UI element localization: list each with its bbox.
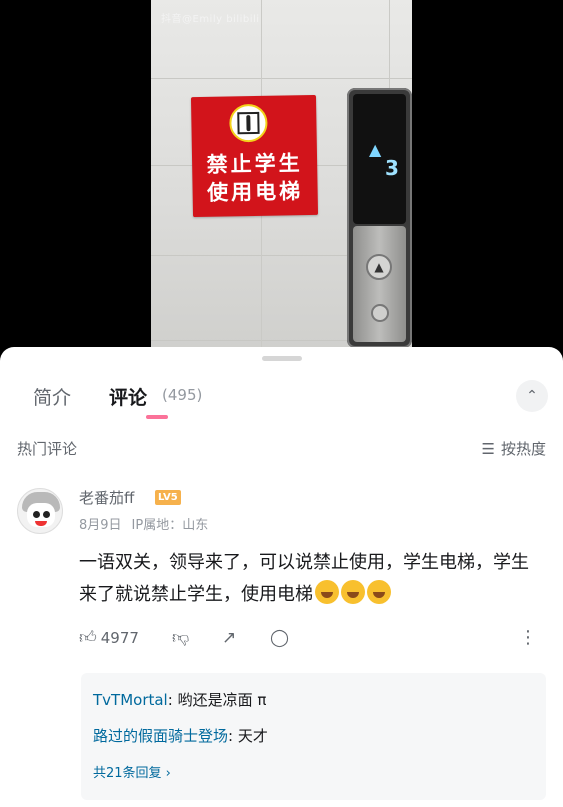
no-students-sign: 禁止学生 使用电梯: [190, 94, 319, 218]
floor-number: 3: [385, 156, 399, 180]
comment-actions: 👍︎ 4977 👎︎ ↗ ◯ ⋮: [79, 625, 549, 651]
active-tab-indicator: [146, 415, 168, 419]
sort-icon: ☰: [481, 440, 495, 458]
avatar[interactable]: [17, 488, 63, 534]
laughing-tears-emoji-icon: [367, 580, 391, 604]
view-all-replies-link[interactable]: 共21条回复 ›: [93, 762, 171, 781]
reply-button[interactable]: ◯: [270, 625, 289, 651]
hot-comments-heading: 热门评论: [17, 440, 78, 458]
comment-icon: ◯: [270, 628, 290, 648]
like-button[interactable]: 👍︎ 4977: [79, 625, 139, 651]
call-button-icon: [371, 304, 389, 322]
laughing-tears-emoji-icon: [315, 580, 339, 604]
comment-username[interactable]: 老番茄ff: [79, 487, 134, 508]
reply-item: 路过的假面骑士登场: 天才: [93, 727, 268, 745]
button-plate: ▲: [353, 226, 406, 342]
share-button[interactable]: ↗: [222, 625, 236, 651]
comment-date: 8月9日: [79, 518, 122, 533]
expand-icon[interactable]: ⌃: [516, 380, 548, 412]
tab-intro[interactable]: 简介: [33, 383, 71, 410]
video-player[interactable]: 抖音@Emily bilibili 禁止学生 使用电梯 ▲ 3 ▲: [0, 0, 563, 360]
thumb-up-icon: 👍︎: [79, 628, 97, 648]
more-icon[interactable]: ⋮: [519, 625, 537, 651]
comment-ip: IP属地：山东: [131, 518, 209, 533]
call-up-button-icon: ▲: [366, 254, 392, 280]
comment-meta: 8月9日 IP属地：山东: [79, 514, 218, 533]
laughing-tears-emoji-icon: [341, 580, 365, 604]
level-badge: LV5: [155, 490, 181, 505]
dislike-button[interactable]: 👎︎: [172, 625, 189, 651]
video-frame: 抖音@Emily bilibili 禁止学生 使用电梯 ▲ 3 ▲: [151, 0, 412, 360]
share-icon: ↗: [222, 628, 237, 648]
like-count: 4977: [100, 629, 139, 647]
up-arrow-icon: ▲: [369, 140, 382, 159]
sign-line-2: 使用电梯: [206, 179, 304, 205]
sheet-drag-handle[interactable]: [262, 356, 302, 361]
sort-by-hot-button[interactable]: ☰ 按热度: [482, 438, 546, 459]
reply-preview-box[interactable]: TvTMortal: 哟还是凉面 π 路过的假面骑士登场: 天才 共21条回复 …: [81, 673, 546, 800]
video-watermark: 抖音@Emily bilibili: [161, 14, 260, 25]
tab-comments[interactable]: 评论: [109, 383, 147, 410]
elevator-panel: ▲ 3 ▲: [347, 88, 412, 348]
reply-text: 哟还是凉面 π: [177, 691, 267, 709]
elevator-icon: [229, 103, 268, 143]
thumb-down-icon: 👎︎: [172, 628, 190, 648]
comment-text: 一语双关，领导来了，可以说禁止使用，学生电梯，学生来了就说禁止学生，使用电梯: [79, 552, 529, 605]
reply-item: TvTMortal: 哟还是凉面 π: [93, 691, 267, 709]
reply-username[interactable]: 路过的假面骑士登场: [93, 727, 228, 745]
comment-text-block: 一语双关，领导来了，可以说禁止使用，学生电梯，学生来了就说禁止学生，使用电梯: [79, 547, 539, 611]
reply-text: 天才: [237, 727, 268, 745]
floor-display: ▲ 3: [353, 94, 406, 224]
reply-username[interactable]: TvTMortal: [93, 691, 168, 709]
comment-count: (495): [162, 386, 203, 404]
comments-sheet: 简介 评论 (495) ⌃ 热门评论 ☰ 按热度 老番茄ff LV5 8月9日 IP…: [0, 347, 563, 807]
sort-label: 按热度: [500, 440, 546, 458]
